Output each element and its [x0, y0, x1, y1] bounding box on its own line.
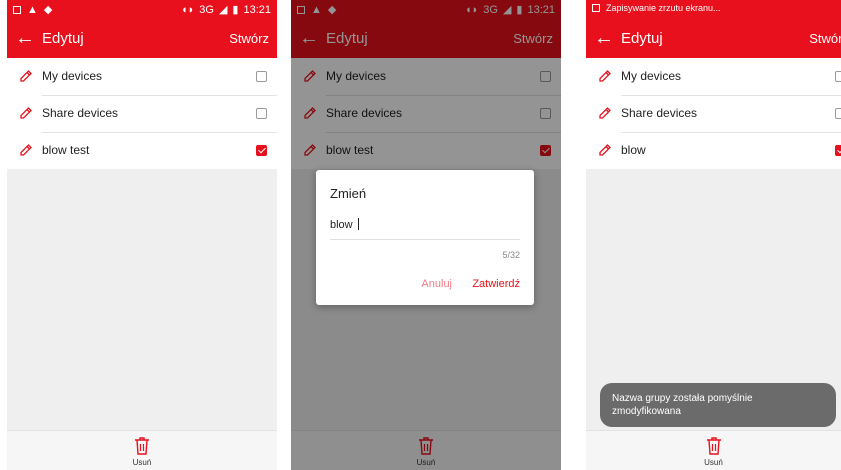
- group-list: My devices Share devices blow test: [7, 58, 277, 169]
- page-title: Edytuj: [621, 30, 663, 47]
- status-bar: ▲ ◆ ◖◗ 3G ◢ ▮ 13:21: [7, 0, 277, 20]
- screenshot-notification-icon: [592, 4, 600, 12]
- list-item[interactable]: My devices: [586, 58, 841, 95]
- edit-pencil-icon[interactable]: [18, 142, 34, 158]
- signal-icon: ◢: [218, 4, 228, 16]
- select-checkbox[interactable]: [256, 71, 267, 82]
- edit-pencil-icon[interactable]: [597, 142, 613, 158]
- edit-pencil-icon[interactable]: [597, 105, 613, 121]
- app-bar: ← Edytuj Stwórz: [7, 20, 277, 58]
- delete-label[interactable]: Usuń: [7, 458, 277, 467]
- notification-text: Zapisywanie zrzutu ekranu...: [606, 3, 721, 13]
- dialog-title: Zmień: [330, 186, 367, 201]
- select-checkbox[interactable]: [835, 71, 841, 82]
- list-item-label: Share devices: [621, 106, 698, 120]
- list-item[interactable]: Share devices: [586, 95, 841, 132]
- screenshot-notification-icon: [13, 5, 21, 14]
- bottom-bar: Usuń: [7, 430, 277, 470]
- screen-list: ▲ ◆ ◖◗ 3G ◢ ▮ 13:21 ← Edytuj Stwórz My d…: [7, 0, 277, 470]
- list-item[interactable]: My devices: [7, 58, 277, 95]
- status-bar: Zapisywanie zrzutu ekranu...: [586, 0, 841, 20]
- network-indicator: 3G: [199, 3, 214, 16]
- bottom-bar: Usuń: [586, 430, 841, 470]
- back-arrow-icon[interactable]: ←: [15, 26, 37, 50]
- list-item-label: blow test: [42, 143, 90, 157]
- toast-message: Nazwa grupy została pomyślnie zmodyfikow…: [600, 383, 836, 427]
- list-item-label: My devices: [621, 69, 682, 83]
- select-checkbox-checked[interactable]: [835, 145, 841, 156]
- list-item[interactable]: blow test: [7, 132, 277, 169]
- battery-icon: ▮: [232, 4, 239, 16]
- select-checkbox-checked[interactable]: [256, 145, 267, 156]
- group-list: My devices Share devices blow: [586, 58, 841, 169]
- app-bar: ← Edytuj Stwórz: [586, 20, 841, 58]
- list-item[interactable]: blow: [586, 132, 841, 169]
- photo-icon: ◆: [43, 4, 53, 16]
- create-button[interactable]: Stwórz: [809, 31, 841, 46]
- text-cursor: [357, 218, 359, 230]
- clock: 13:21: [243, 3, 271, 16]
- cancel-button[interactable]: Anuluj: [421, 278, 452, 290]
- trash-icon[interactable]: [706, 436, 722, 456]
- list-item-label: blow: [621, 143, 646, 157]
- list-item[interactable]: Share devices: [7, 95, 277, 132]
- select-checkbox[interactable]: [256, 108, 267, 119]
- rename-dialog: Zmień blow 5/32 Anuluj Zatwierdź: [316, 170, 534, 305]
- screen-rename-dialog: ▲ ◆ ◖◗ 3G ◢ ▮ 13:21 ← Edytuj Stwórz My d…: [291, 0, 561, 470]
- edit-pencil-icon[interactable]: [597, 68, 613, 84]
- edit-pencil-icon[interactable]: [18, 105, 34, 121]
- name-input-value: blow: [330, 219, 356, 231]
- alert-icon: ▲: [27, 3, 38, 16]
- confirm-button[interactable]: Zatwierdź: [472, 278, 520, 290]
- screen-success: Zapisywanie zrzutu ekranu... ← Edytuj St…: [586, 0, 841, 470]
- page-title: Edytuj: [42, 30, 84, 47]
- list-item-label: My devices: [42, 69, 103, 83]
- create-button[interactable]: Stwórz: [229, 31, 269, 46]
- delete-label[interactable]: Usuń: [586, 458, 841, 467]
- list-item-label: Share devices: [42, 106, 119, 120]
- back-arrow-icon[interactable]: ←: [594, 26, 616, 50]
- edit-pencil-icon[interactable]: [18, 68, 34, 84]
- trash-icon[interactable]: [134, 436, 150, 456]
- name-input[interactable]: blow: [330, 216, 520, 240]
- select-checkbox[interactable]: [835, 108, 841, 119]
- vibrate-icon: ◖◗: [180, 3, 195, 16]
- char-counter: 5/32: [502, 250, 520, 260]
